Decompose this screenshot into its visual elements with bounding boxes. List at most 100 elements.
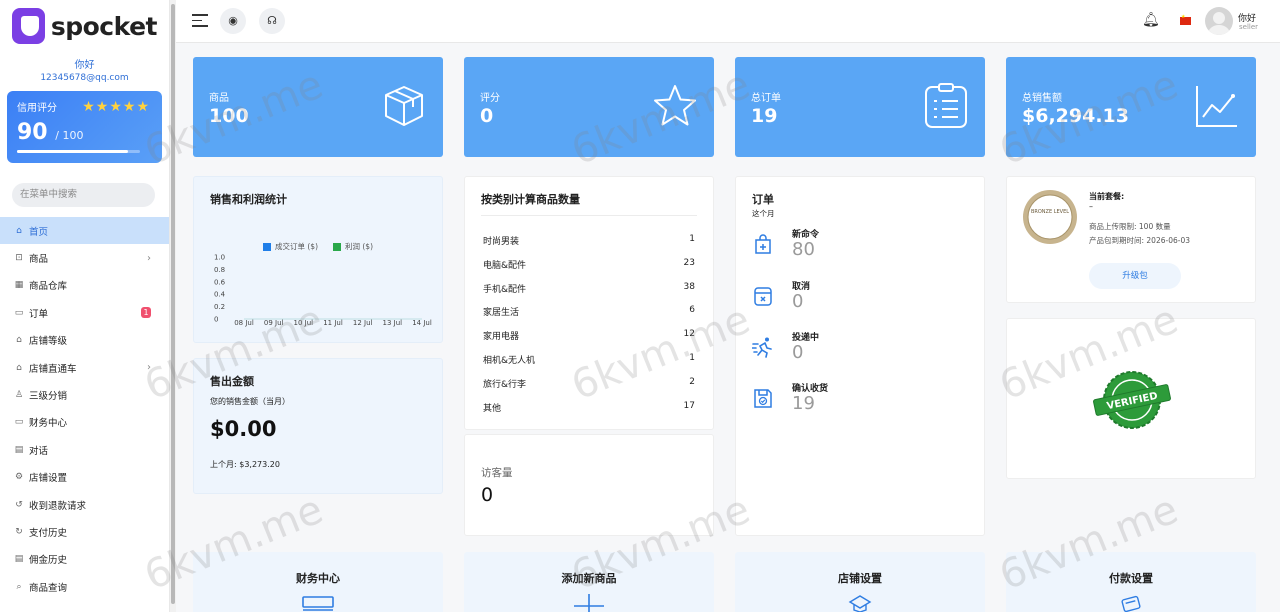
y-tick-label: 0.4 xyxy=(214,291,226,299)
stat-value: 19 xyxy=(751,105,778,127)
y-tick-label: 0 xyxy=(214,316,218,324)
panel-title: 按类别计算商品数量 xyxy=(481,193,580,206)
sidebar-item[interactable]: ⌂ 店铺等级 xyxy=(0,327,169,354)
china-flag-icon[interactable] xyxy=(1180,14,1191,25)
x-tick-label: 08 Jul xyxy=(234,319,254,327)
orders-period: 这个月 xyxy=(752,209,775,218)
category-row: 家用电器 12 xyxy=(483,329,695,342)
orders-item-delivering[interactable]: 投递中 0 xyxy=(752,330,952,374)
sidebar-item[interactable]: ⌂ 首页 xyxy=(0,217,169,245)
sidebar-item[interactable]: ♙ 三级分销 xyxy=(0,381,169,408)
quick-link-payment-settings[interactable]: 付款设置 xyxy=(1006,552,1256,612)
avatar[interactable] xyxy=(1205,7,1233,35)
quick-link-label: 付款设置 xyxy=(1109,572,1153,585)
credit-progress-fill xyxy=(17,150,128,153)
sidebar-item[interactable]: ▤ 佣金历史 xyxy=(0,546,169,573)
sidebar-item-label: 商品查询 xyxy=(29,582,68,594)
category-count: 1 xyxy=(689,353,695,363)
stat-card-total-sales[interactable]: 总销售额 $6,294.13 xyxy=(1006,57,1256,157)
topbar: ◉ ☊ 🔔︎ 你好 seller xyxy=(176,0,1280,43)
sidebar-item[interactable]: ⚙ 店铺设置 xyxy=(0,464,169,491)
sales-amount-panel: 售出金额 您的销售金额（当月） $0.00 上个月: $3,273.20 xyxy=(193,358,443,494)
sidebar-item-label: 商品仓库 xyxy=(29,281,68,293)
quick-link-add-product[interactable]: 添加新商品 xyxy=(464,552,714,612)
sidebar-item-label: 佣金历史 xyxy=(29,555,68,567)
sidebar-item-label: 支付历史 xyxy=(29,527,68,539)
category-count: 38 xyxy=(683,281,695,292)
globe-icon[interactable]: ◉ xyxy=(220,8,246,34)
brand-logo[interactable]: spocket xyxy=(0,0,169,52)
sales-amount-subtitle: 您的销售金额（当月） xyxy=(210,397,290,406)
shopping-bag-icon: ⊡ xyxy=(15,253,23,264)
bell-icon[interactable]: 🔔︎ xyxy=(1142,12,1160,28)
stat-value: $6,294.13 xyxy=(1022,105,1129,127)
stat-card-rating[interactable]: 评分 0 xyxy=(464,57,714,157)
visitors-value: 0 xyxy=(481,484,494,506)
store-icon: ⌂ xyxy=(16,335,22,346)
stat-label: 总销售额 xyxy=(1022,93,1062,104)
category-name: 家居生活 xyxy=(483,308,520,319)
chevron-right-icon[interactable]: › xyxy=(147,253,151,264)
sidebar-item[interactable]: ▭ 订单 1 xyxy=(0,299,169,326)
visitors-label: 访客量 xyxy=(481,467,513,479)
x-tick-label: 10 Jul xyxy=(294,319,314,327)
quick-link-store-settings[interactable]: 店铺设置 xyxy=(735,552,985,612)
orders-value: 19 xyxy=(792,393,815,414)
orders-value: 80 xyxy=(792,239,815,260)
support-headset-icon[interactable]: ☊ xyxy=(259,8,285,34)
top-user-role: seller xyxy=(1239,23,1259,31)
star-icon xyxy=(654,85,696,126)
credit-score-card: 信用评分 ★★★★★ 90 / 100 xyxy=(7,91,162,163)
sidebar-item[interactable]: ▦ 商品仓库 xyxy=(0,272,169,299)
sales-amount-value: $0.00 xyxy=(210,417,277,441)
sidebar-item[interactable]: ↻ 支付历史 xyxy=(0,518,169,545)
credit-score-max: / 100 xyxy=(55,129,84,142)
sidebar-item[interactable]: ↺ 收到退款请求 xyxy=(0,491,169,518)
category-name: 家用电器 xyxy=(483,332,520,343)
sidebar-item[interactable]: ⌕ 商品查询 xyxy=(0,573,169,600)
orders-item-new[interactable]: 新命令 80 xyxy=(752,227,952,271)
sidebar-item-label: 订单 xyxy=(29,308,49,320)
divider xyxy=(481,215,697,216)
home-icon: ⌂ xyxy=(16,225,22,236)
hamburger-menu-icon[interactable] xyxy=(192,14,208,27)
sidebar-scrollbar[interactable] xyxy=(170,0,176,612)
chevron-right-icon[interactable]: › xyxy=(147,362,151,373)
store-settings-icon xyxy=(848,595,872,612)
sidebar-item[interactable]: ▭ 财务中心 xyxy=(0,409,169,436)
sidebar-item[interactable]: ⊡ 商品 › xyxy=(0,244,169,271)
sidebar-item-label: 店铺直通车 xyxy=(29,363,77,375)
sidebar-item[interactable]: ▤ 对话 xyxy=(0,436,169,463)
quick-link-finance[interactable]: 财务中心 xyxy=(193,552,443,612)
sidebar-item[interactable]: ⌂ 店铺直通车 › xyxy=(0,354,169,381)
query-icon: ⌕ xyxy=(16,581,22,592)
sidebar-item-label: 收到退款请求 xyxy=(29,500,87,512)
stat-card-products[interactable]: 商品 100 xyxy=(193,57,443,157)
x-tick-label: 14 Jul xyxy=(412,319,432,327)
user-email: 12345678@qq.com xyxy=(40,73,129,83)
sidebar-item-label: 店铺等级 xyxy=(29,336,68,348)
quick-link-label: 添加新商品 xyxy=(561,572,617,585)
upgrade-button[interactable]: 升级包 xyxy=(1089,263,1181,289)
sidebar-item-label: 财务中心 xyxy=(29,418,68,430)
sidebar-item-label: 三级分销 xyxy=(29,391,68,403)
x-tick-label: 12 Jul xyxy=(353,319,373,327)
category-row: 旅行&行李 2 xyxy=(483,377,695,390)
menu-search-input[interactable]: 在菜单中搜索 xyxy=(12,183,155,207)
y-tick-label: 0.8 xyxy=(214,266,225,274)
stat-value: 100 xyxy=(209,105,249,127)
y-tick-label: 0.6 xyxy=(214,278,226,286)
x-tick-label: 13 Jul xyxy=(383,319,403,327)
orders-item-confirmed[interactable]: 确认收货 19 xyxy=(752,381,952,425)
finance-icon: ▭ xyxy=(14,417,24,428)
sidebar: spocket 你好 12345678@qq.com 信用评分 ★★★★★ 90… xyxy=(0,0,170,612)
sidebar-scrollbar-thumb[interactable] xyxy=(171,4,175,604)
stat-card-total-orders[interactable]: 总订单 19 xyxy=(735,57,985,157)
category-count: 23 xyxy=(683,257,695,268)
orders-item-cancelled[interactable]: 取消 0 xyxy=(752,279,952,323)
category-name: 其他 xyxy=(483,403,502,414)
sidebar-item-label: 店铺设置 xyxy=(29,473,68,485)
rating-stars-icon: ★★★★★ xyxy=(82,99,150,115)
verified-panel: VERIFIED xyxy=(1006,318,1256,479)
plan-label: 当前套餐: xyxy=(1089,192,1125,201)
